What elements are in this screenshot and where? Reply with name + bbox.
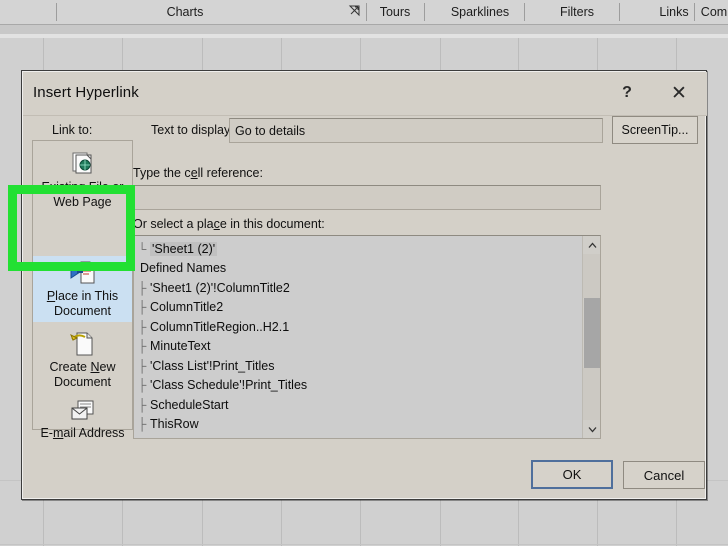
insert-hyperlink-dialog: Insert Hyperlink ? ✕ Link to: Existing F… — [21, 70, 707, 500]
scrollbar-thumb[interactable] — [584, 298, 600, 368]
link-to-sidebar[interactable]: Existing File or Web Page Place in This … — [32, 140, 133, 440]
ribbon-separator — [366, 3, 367, 21]
ribbon-group-charts[interactable]: Charts — [100, 0, 270, 24]
tree-branch-icon: ├ — [137, 300, 147, 315]
ribbon-separator — [56, 3, 57, 21]
cell-reference-label: Type the cell reference: — [133, 166, 263, 180]
ribbon-group-links[interactable]: Links — [652, 0, 696, 24]
list-item[interactable]: ├ MinuteText — [134, 337, 582, 357]
ribbon-group-sparklines[interactable]: Sparklines — [443, 0, 517, 24]
ribbon-separator — [619, 3, 620, 21]
tree-branch-icon: ├ — [137, 358, 147, 373]
ribbon-bar: Charts Tours Sparklines Filters Links Com — [0, 0, 728, 24]
sidebar-item-create-new-document[interactable]: Create New Document — [33, 327, 132, 393]
place-list-box[interactable]: └ 'Sheet1 (2)' Defined Names ├ 'Sheet1 (2)… — [133, 235, 601, 439]
tree-branch-icon: ├ — [137, 397, 147, 412]
create-new-document-icon — [69, 331, 97, 357]
tree-branch-icon: ├ — [137, 417, 147, 432]
link-to-label: Link to: — [52, 123, 93, 137]
list-item[interactable]: ├ 'Class Schedule'!Print_Titles — [134, 376, 582, 396]
scrollbar-track-upper[interactable] — [583, 254, 600, 298]
dialog-box-launcher-icon[interactable] — [348, 4, 361, 17]
list-item[interactable]: ├ ColumnTitleRegion..H2.1 — [134, 317, 582, 337]
list-item[interactable]: ├ ThisRow — [134, 415, 582, 435]
dialog-titlebar: Insert Hyperlink ? ✕ — [23, 72, 707, 116]
chevron-down-icon[interactable] — [583, 420, 600, 438]
list-item[interactable]: ├ 'Class List'!Print_Titles — [134, 356, 582, 376]
list-scrollbar[interactable] — [582, 236, 600, 438]
email-address-icon — [69, 399, 97, 423]
tree-branch-icon: ├ — [137, 319, 147, 334]
dialog-title: Insert Hyperlink — [33, 84, 139, 101]
list-item[interactable]: ├ ColumnTitle2 — [134, 298, 582, 318]
ribbon-group-tours[interactable]: Tours — [371, 0, 419, 24]
scrollbar-track-lower[interactable] — [583, 368, 600, 420]
close-icon[interactable]: ✕ — [661, 76, 697, 110]
help-button[interactable]: ? — [609, 76, 645, 110]
sidebar-item-label: Existing File or — [41, 180, 124, 194]
sidebar-item-place-in-this-document[interactable]: Place in This Document — [33, 256, 132, 322]
sidebar-item-label: Create New — [49, 360, 116, 374]
text-to-display-label: Text to display: — [151, 123, 234, 137]
sidebar-item-label: Place in This — [46, 289, 119, 303]
list-item[interactable]: ├ ScheduleStart — [134, 395, 582, 415]
tree-branch-icon: └ — [137, 241, 147, 256]
sidebar-item-existing-file-or-web-page[interactable]: Existing File or Web Page — [33, 145, 132, 213]
sidebar-item-label-2: Document — [54, 375, 111, 389]
tree-branch-icon: ├ — [137, 339, 147, 354]
place-list-items[interactable]: └ 'Sheet1 (2)' Defined Names ├ 'Sheet1 (2)… — [134, 236, 582, 438]
ribbon-separator — [694, 3, 695, 21]
ribbon-separator — [524, 3, 525, 21]
tree-branch-icon: ├ — [137, 280, 147, 295]
ribbon-group-com[interactable]: Com — [700, 0, 728, 24]
sidebar-item-label: E-mail Address — [40, 426, 125, 440]
ok-button[interactable]: OK — [531, 460, 613, 489]
existing-file-web-page-icon — [69, 149, 97, 177]
or-select-place-label: Or select a place in this document: — [133, 217, 325, 231]
list-item-group: Defined Names — [140, 261, 227, 276]
screentip-button[interactable]: ScreenTip... — [612, 116, 698, 144]
text-to-display-input[interactable] — [229, 118, 603, 143]
place-in-this-document-icon — [69, 260, 97, 286]
sidebar-item-label-2: Web Page — [53, 195, 112, 209]
ribbon-under-strip — [0, 25, 728, 34]
excel-window: Charts Tours Sparklines Filters Links Com Ins… — [0, 0, 728, 546]
tree-branch-icon: ├ — [137, 378, 147, 393]
grid-row-line — [0, 544, 728, 545]
sidebar-item-email-address[interactable]: E-mail Address — [33, 395, 132, 447]
cancel-button[interactable]: Cancel — [623, 461, 705, 489]
cell-reference-input[interactable] — [133, 185, 601, 210]
sidebar-item-label-2: Document — [54, 304, 111, 318]
ribbon-separator — [424, 3, 425, 21]
ribbon-group-filters[interactable]: Filters — [545, 0, 609, 24]
list-item[interactable]: ├ 'Sheet1 (2)'!ColumnTitle2 — [134, 278, 582, 298]
chevron-up-icon[interactable] — [583, 236, 600, 254]
list-item[interactable]: └ 'Sheet1 (2)' — [134, 239, 582, 259]
